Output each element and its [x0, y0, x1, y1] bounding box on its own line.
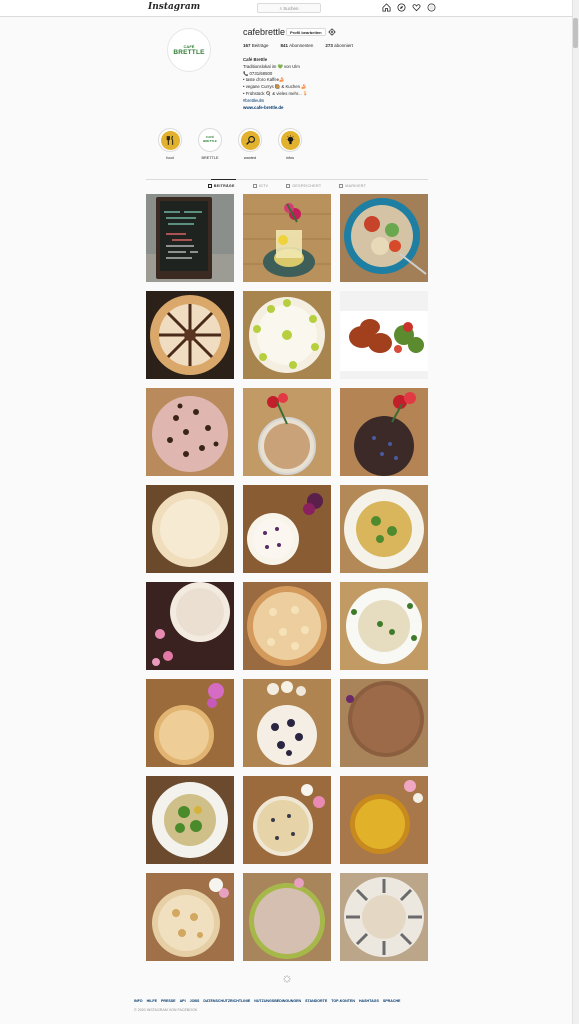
highlight-label: BRETTLE	[201, 156, 219, 160]
profile-stats: 167 Beiträge 841 Abonnenten 273 abonnier…	[243, 43, 353, 48]
profile-bio: Café Brettle Traditionslokal im 💚 von Ul…	[243, 57, 308, 111]
footer-link[interactable]: API	[180, 999, 186, 1003]
bookmark-icon	[286, 184, 291, 188]
bio-hashtag[interactable]: #brettleulm	[243, 98, 308, 105]
highlight-infos[interactable]: infos	[278, 128, 302, 160]
post-tile[interactable]	[340, 873, 428, 961]
grid-icon	[207, 184, 212, 188]
profile-avatar[interactable]: CAFÉ BRETTLE	[167, 28, 211, 72]
post-tile[interactable]	[243, 582, 331, 670]
footer-link[interactable]: HASHTAGS	[359, 999, 379, 1003]
footer-links: INFO HILFE PRESSE API JOBS DATENSCHUTZRI…	[134, 999, 400, 1003]
post-tile[interactable]	[146, 291, 234, 379]
footer-link[interactable]: JOBS	[190, 999, 200, 1003]
tab-tagged[interactable]: MARKIERT	[339, 184, 366, 188]
brettle-logo: CAFÉ BRETTLE	[200, 130, 220, 150]
post-tile[interactable]	[243, 194, 331, 282]
footer-link[interactable]: HILFE	[147, 999, 157, 1003]
search-placeholder: Suchen	[283, 6, 299, 11]
lightbulb-icon	[286, 134, 294, 144]
followers-count[interactable]: 841 Abonnenten	[281, 43, 314, 48]
bio-line: • vegane Currys 🥘 & Kuchen 🍰	[243, 84, 307, 90]
tabs-divider	[146, 179, 428, 180]
footer-link[interactable]: NUTZUNGSBEDINGUNGEN	[254, 999, 301, 1003]
post-tile[interactable]	[243, 679, 331, 767]
tab-igtv[interactable]: IGTV	[252, 184, 269, 188]
post-tile[interactable]	[340, 776, 428, 864]
bio-line: Traditionslokal im 💚 von Ulm	[243, 63, 300, 69]
highlight-food[interactable]: food	[158, 128, 182, 160]
edit-profile-button[interactable]: Profil bearbeiten	[286, 28, 326, 36]
tag-icon	[339, 184, 344, 188]
bio-name: Café Brettle	[243, 57, 268, 62]
footer-link[interactable]: TOP-KONTEN	[331, 999, 355, 1003]
footer-link[interactable]: INFO	[134, 999, 143, 1003]
highlight-wanted[interactable]: wanted	[238, 128, 262, 160]
active-tab-indicator	[211, 179, 236, 180]
explore-icon[interactable]	[397, 3, 406, 12]
gear-icon[interactable]	[328, 28, 336, 36]
post-tile[interactable]	[243, 485, 331, 573]
tab-saved[interactable]: GESPEICHERT	[286, 184, 321, 188]
footer-link[interactable]: DATENSCHUTZRICHTLINIE	[203, 999, 250, 1003]
highlight-brettle[interactable]: CAFÉ BRETTLE BRETTLE	[198, 128, 222, 160]
instagram-logo[interactable]: Instagram	[148, 2, 200, 12]
post-tile[interactable]	[340, 679, 428, 767]
post-tile[interactable]	[243, 873, 331, 961]
footer-link[interactable]: PRESSE	[161, 999, 176, 1003]
post-tile[interactable]	[243, 291, 331, 379]
loading-spinner-icon	[283, 975, 291, 983]
posts-grid	[146, 194, 428, 961]
post-tile[interactable]	[146, 582, 234, 670]
post-tile[interactable]	[340, 291, 428, 379]
nav-icons	[382, 3, 436, 12]
post-tile[interactable]	[146, 388, 234, 476]
post-tile[interactable]	[340, 388, 428, 476]
top-navigation-bar: Instagram ⌕ Suchen	[0, 0, 579, 17]
footer-link[interactable]: STANDORTE	[305, 999, 327, 1003]
profile-avatar-icon[interactable]	[427, 3, 436, 12]
highlight-label: food	[166, 156, 174, 160]
magnifier-icon	[245, 135, 255, 145]
highlight-label: infos	[285, 156, 295, 160]
highlight-label: wanted	[243, 156, 257, 160]
post-tile[interactable]	[146, 194, 234, 282]
scrollbar-thumb[interactable]	[573, 18, 578, 48]
bio-website-link[interactable]: www.cafe-brettle.de	[243, 105, 308, 112]
post-tile[interactable]	[340, 485, 428, 573]
bio-line: • Frühstück 🍳 & vieles mehr... 🍹	[243, 90, 309, 96]
copyright-text: © 2020 INSTAGRAM VON FACEBOOK	[134, 1008, 198, 1012]
story-highlights: food CAFÉ BRETTLE BRETTLE wanted infos	[158, 128, 302, 160]
post-tile[interactable]	[243, 388, 331, 476]
post-tile[interactable]	[243, 776, 331, 864]
fork-knife-icon	[166, 135, 173, 145]
post-tile[interactable]	[146, 485, 234, 573]
search-input[interactable]: ⌕ Suchen	[257, 3, 321, 13]
tv-icon	[252, 184, 257, 188]
post-tile[interactable]	[146, 873, 234, 961]
profile-tabs: BEITRÄGE IGTV GESPEICHERT MARKIERT	[146, 184, 428, 188]
footer-link[interactable]: SPRACHE	[383, 999, 401, 1003]
tab-posts[interactable]: BEITRÄGE	[207, 184, 235, 188]
posts-count: 167 Beiträge	[243, 43, 269, 48]
post-tile[interactable]	[340, 582, 428, 670]
scrollbar[interactable]	[572, 0, 579, 1024]
home-icon[interactable]	[382, 3, 391, 12]
avatar-logo-main: BRETTLE	[173, 48, 205, 56]
heart-icon[interactable]	[412, 3, 421, 12]
bio-phone: 📞 0731/68500	[243, 70, 273, 76]
following-count[interactable]: 273 abonniert	[325, 43, 353, 48]
post-tile[interactable]	[340, 194, 428, 282]
profile-username: cafebrettle	[243, 27, 286, 37]
post-tile[interactable]	[146, 679, 234, 767]
post-tile[interactable]	[146, 776, 234, 864]
